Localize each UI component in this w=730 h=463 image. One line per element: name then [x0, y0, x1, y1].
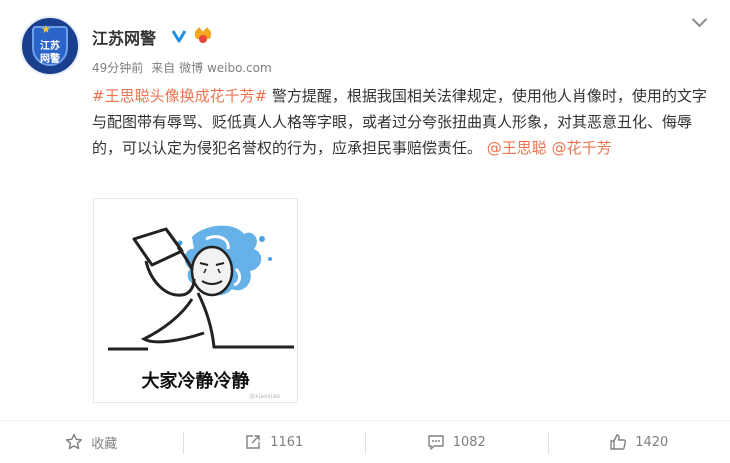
comment-count: 1082: [452, 434, 486, 450]
star-outline-icon: [65, 433, 85, 451]
comment-button[interactable]: 1082: [365, 421, 548, 463]
avatar[interactable]: ★ 江苏 网警: [20, 16, 80, 76]
from-label: 来自: [151, 61, 176, 75]
repost-count: 1161: [270, 434, 304, 450]
verified-icon: [171, 28, 187, 44]
author-name[interactable]: 江苏网警: [92, 25, 156, 49]
avatar-text-line2: 网警: [40, 54, 60, 65]
post-image[interactable]: 大家冷静冷静 @xiaoxiao: [93, 198, 298, 403]
thumbs-up-icon: [609, 433, 629, 451]
action-bar: 收藏 1161 1082 1420: [0, 421, 730, 463]
member-crown-icon[interactable]: [193, 27, 213, 45]
post-source[interactable]: 微博 weibo.com: [179, 61, 272, 75]
like-count: 1420: [635, 434, 669, 450]
repost-button[interactable]: 1161: [182, 421, 366, 463]
chevron-down-icon[interactable]: [690, 12, 710, 32]
post-time[interactable]: 49分钟前: [92, 61, 143, 75]
like-button[interactable]: 1420: [547, 421, 730, 463]
favorite-label: 收藏: [91, 436, 118, 452]
star-icon: ★: [41, 23, 51, 36]
hashtag-link[interactable]: #王思聪头像换成花千芳#: [92, 87, 267, 105]
post-text: #王思聪头像换成花千芳# 警方提醒，根据我国相关法律规定，使用他人肖像时，使用的…: [92, 83, 708, 161]
share-icon: [244, 433, 264, 451]
post-meta: 49分钟前 来自 微博 weibo.com: [92, 59, 276, 76]
favorite-button[interactable]: 收藏: [0, 421, 183, 463]
image-watermark: @xiaoxiao: [249, 393, 280, 400]
mention-link[interactable]: @王思聪: [487, 139, 547, 157]
comment-icon: [427, 433, 447, 451]
weibo-post-card: ★ 江苏 网警 江苏网警 49分钟前 来自 微博 weibo.com #王思聪头像…: [0, 0, 730, 463]
image-caption: 大家冷静冷静: [141, 371, 250, 392]
avatar-text-line1: 江苏: [40, 41, 60, 52]
mention-link[interactable]: @花千芳: [552, 139, 612, 157]
